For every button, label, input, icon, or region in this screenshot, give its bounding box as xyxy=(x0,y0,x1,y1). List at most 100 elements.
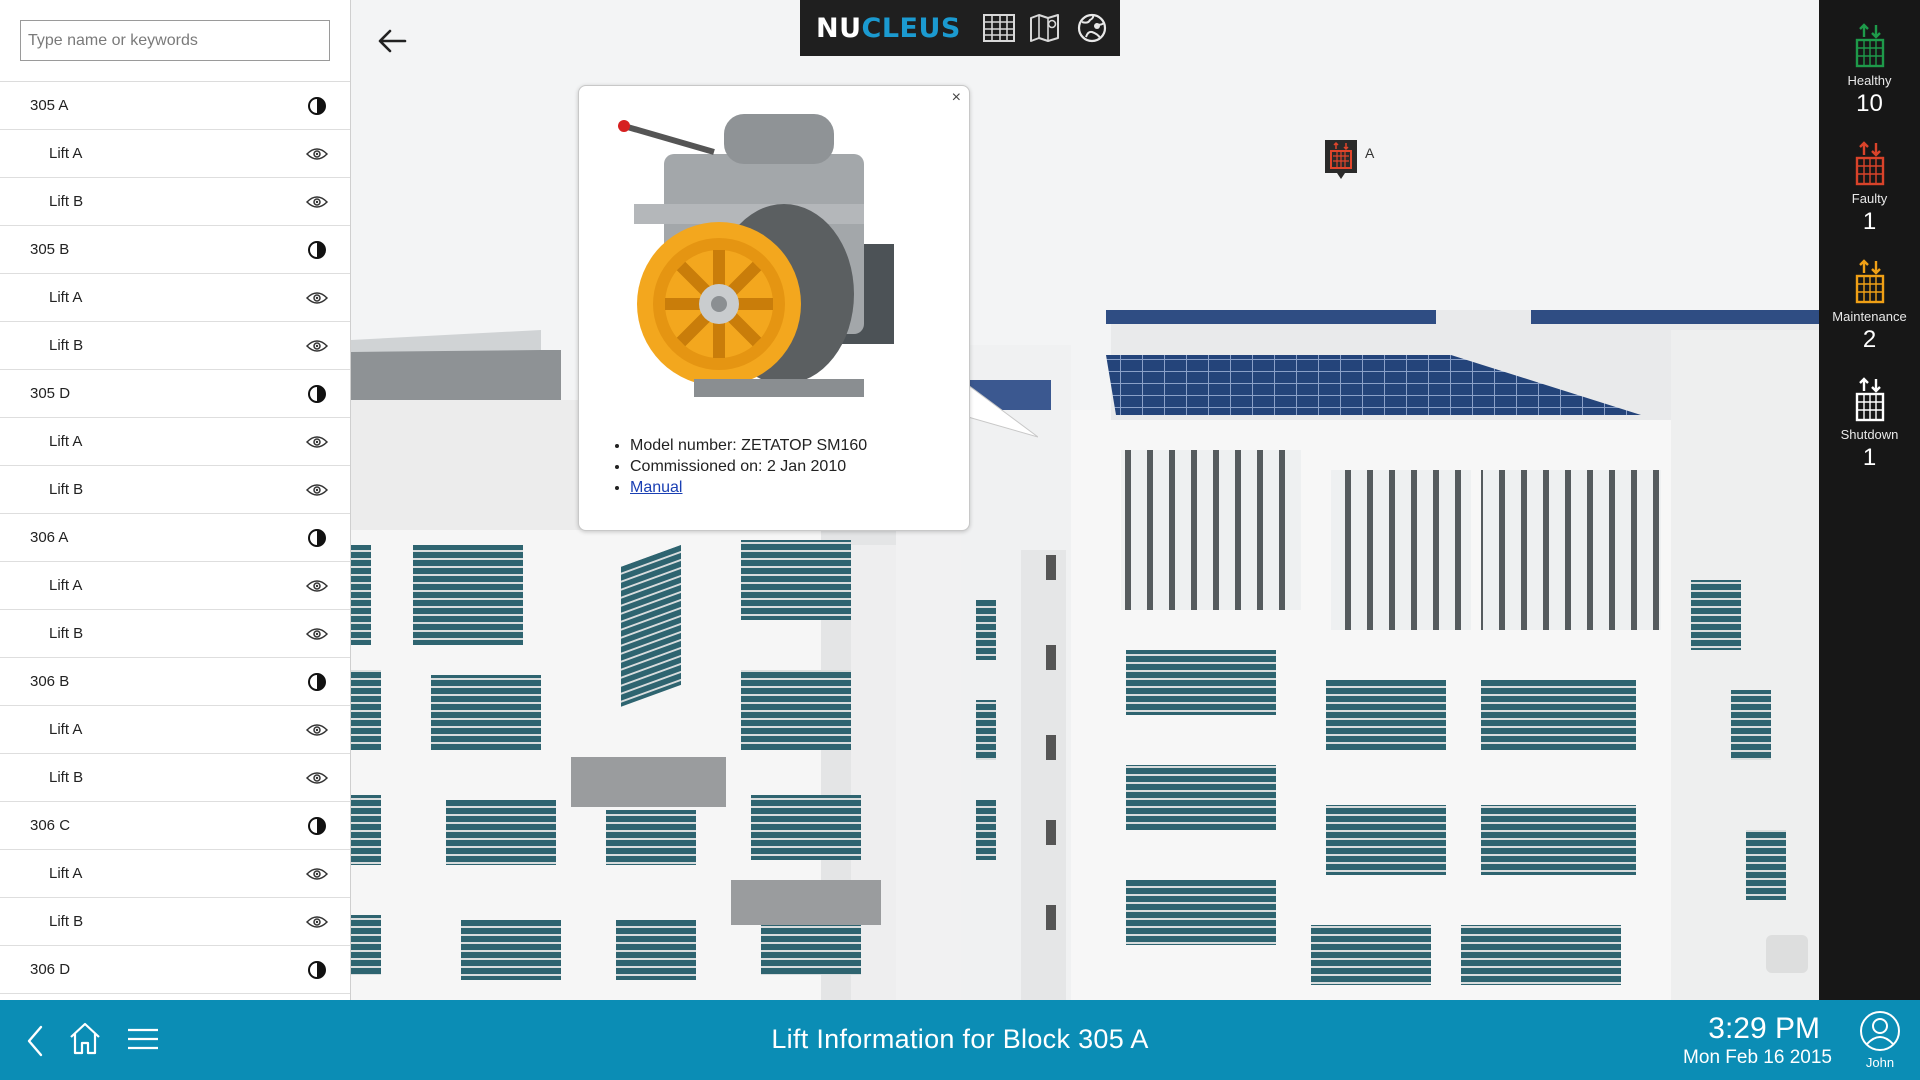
half-contrast-icon[interactable] xyxy=(306,239,328,261)
half-contrast-icon[interactable] xyxy=(306,95,328,117)
visibility-eye-icon[interactable] xyxy=(306,575,328,597)
faulty-lift-marker-icon[interactable] xyxy=(1322,137,1360,181)
half-contrast-icon[interactable] xyxy=(306,383,328,405)
tree-row-label: 305 D xyxy=(30,385,71,402)
tree-row-label: Lift A xyxy=(49,289,83,306)
search-input[interactable] xyxy=(20,20,330,61)
popup-pointer xyxy=(968,385,1038,438)
tree-block-row[interactable]: 305 B xyxy=(0,226,350,274)
bottom-bar: Lift Information for Block 305 A 3:29 PM… xyxy=(0,1000,1920,1080)
tree-lift-row[interactable]: Lift A xyxy=(0,274,350,322)
map-view-button[interactable] xyxy=(1027,9,1063,47)
user-account[interactable]: John xyxy=(1850,1010,1910,1070)
globe-icon xyxy=(1077,13,1106,43)
nucleus-logo: NUCLEUS xyxy=(816,13,961,44)
visibility-eye-icon[interactable] xyxy=(306,431,328,453)
tree-block-row[interactable]: 306 A xyxy=(0,514,350,562)
lift-status-panel: Healthy 10 Faulty 1 Maintenance 2 Shutdo… xyxy=(1819,0,1920,1000)
healthy-lift-icon xyxy=(1855,23,1884,68)
model-number: Model number: ZETATOP SM160 xyxy=(630,435,867,456)
sidebar: 305 A Lift A Lift B 305 B Lift A Lift B 305 D L… xyxy=(0,0,351,1000)
tree-row-label: Lift B xyxy=(49,625,84,642)
healthy-count: 10 xyxy=(1856,90,1883,117)
building-3d-view[interactable] xyxy=(351,0,1819,1000)
grid-icon xyxy=(983,14,1016,42)
tree-block-row[interactable]: 306 B xyxy=(0,658,350,706)
faulty-lift-icon xyxy=(1855,141,1884,186)
clock-date: Mon Feb 16 2015 xyxy=(1683,1047,1832,1068)
tree-row-label: 305 A xyxy=(30,97,69,114)
status-maintenance[interactable]: Maintenance 2 xyxy=(1819,258,1920,354)
logo-part-2: CLEUS xyxy=(861,12,961,44)
marker-label: A xyxy=(1365,145,1375,161)
visibility-eye-icon[interactable] xyxy=(306,335,328,357)
tree-row-label: 306 C xyxy=(30,817,71,834)
page-title: Lift Information for Block 305 A xyxy=(771,1024,1149,1054)
tree-row-label: Lift B xyxy=(49,769,84,786)
lift-details-list: Model number: ZETATOP SM160 Commissioned… xyxy=(612,435,867,498)
tree-row-label: Lift B xyxy=(49,337,84,354)
shutdown-lift-icon xyxy=(1855,377,1884,422)
tree-lift-row[interactable]: Lift A xyxy=(0,850,350,898)
tree-block-row[interactable]: 306 C xyxy=(0,802,350,850)
logo-part-1: NU xyxy=(816,12,862,44)
tree-row-label: Lift A xyxy=(49,577,83,594)
popup-close-button[interactable]: × xyxy=(952,89,961,107)
visibility-eye-icon[interactable] xyxy=(306,623,328,645)
shutdown-label: Shutdown xyxy=(1840,427,1899,442)
faulty-count: 1 xyxy=(1862,208,1877,235)
status-healthy[interactable]: Healthy 10 xyxy=(1819,22,1920,118)
tree-block-row[interactable]: 306 D xyxy=(0,946,350,994)
globe-view-button[interactable] xyxy=(1074,9,1110,47)
tree-lift-row[interactable]: Lift B xyxy=(0,322,350,370)
manual-item: Manual xyxy=(630,477,867,498)
grid-view-button[interactable] xyxy=(981,9,1017,47)
back-arrow-icon[interactable] xyxy=(375,26,409,56)
tree-row-label: Lift A xyxy=(49,433,83,450)
tree-row-label: Lift B xyxy=(49,193,84,210)
visibility-eye-icon[interactable] xyxy=(306,143,328,165)
tree-lift-row[interactable]: Lift A xyxy=(0,130,350,178)
visibility-eye-icon[interactable] xyxy=(306,863,328,885)
tree-row-label: 305 B xyxy=(30,241,70,258)
tree-block-row[interactable]: 305 D xyxy=(0,370,350,418)
status-faulty[interactable]: Faulty 1 xyxy=(1819,140,1920,236)
tree-lift-row[interactable]: Lift B xyxy=(0,898,350,946)
manual-link[interactable]: Manual xyxy=(630,479,682,496)
visibility-eye-icon[interactable] xyxy=(306,191,328,213)
commissioned-date: Commissioned on: 2 Jan 2010 xyxy=(630,456,867,477)
maintenance-count: 2 xyxy=(1862,326,1877,353)
tree-row-label: Lift A xyxy=(49,145,83,162)
healthy-label: Healthy xyxy=(1847,73,1892,88)
clock-time: 3:29 PM xyxy=(1708,1012,1820,1045)
half-contrast-icon[interactable] xyxy=(306,959,328,981)
visibility-eye-icon[interactable] xyxy=(306,479,328,501)
lift-tree: 305 A Lift A Lift B 305 B Lift A Lift B 305 D L… xyxy=(0,82,350,994)
map-icon xyxy=(1030,14,1060,42)
visibility-eye-icon[interactable] xyxy=(306,719,328,741)
tree-lift-row[interactable]: Lift A xyxy=(0,562,350,610)
half-contrast-icon[interactable] xyxy=(306,527,328,549)
tree-lift-row[interactable]: Lift B xyxy=(0,754,350,802)
tree-lift-row[interactable]: Lift B xyxy=(0,178,350,226)
visibility-eye-icon[interactable] xyxy=(306,911,328,933)
user-name: John xyxy=(1865,1055,1895,1070)
faulty-label: Faulty xyxy=(1851,191,1888,206)
visibility-eye-icon[interactable] xyxy=(306,767,328,789)
tree-lift-row[interactable]: Lift A xyxy=(0,418,350,466)
tree-row-label: 306 B xyxy=(30,673,70,690)
lift-info-popup: × Model number: ZETATOP SM160 Commission… xyxy=(578,85,970,531)
maintenance-lift-icon xyxy=(1855,259,1884,304)
status-shutdown[interactable]: Shutdown 1 xyxy=(1819,376,1920,472)
half-contrast-icon[interactable] xyxy=(306,815,328,837)
tree-row-label: 306 A xyxy=(30,529,69,546)
tree-lift-row[interactable]: Lift B xyxy=(0,466,350,514)
tree-row-label: Lift B xyxy=(49,913,84,930)
half-contrast-icon[interactable] xyxy=(306,671,328,693)
tree-row-label: 306 D xyxy=(30,961,71,978)
tree-block-row[interactable]: 305 A xyxy=(0,82,350,130)
visibility-eye-icon[interactable] xyxy=(306,287,328,309)
tree-row-label: Lift A xyxy=(49,865,83,882)
tree-lift-row[interactable]: Lift B xyxy=(0,610,350,658)
tree-lift-row[interactable]: Lift A xyxy=(0,706,350,754)
